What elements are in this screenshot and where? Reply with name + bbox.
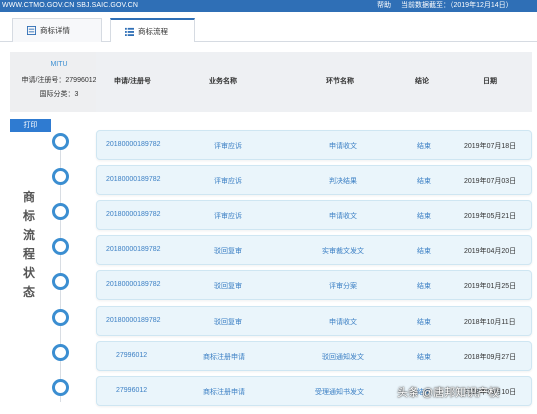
row-result: 结束 xyxy=(417,213,431,220)
row-business: 商标注册申请 xyxy=(203,389,245,396)
timeline-node xyxy=(52,203,69,220)
row-business: 驳回复审 xyxy=(214,283,242,290)
row-business: 评审应诉 xyxy=(214,143,242,150)
row-reg-number[interactable]: 27996012 xyxy=(116,387,147,394)
row-date: 2018年10月11日 xyxy=(464,319,516,326)
row-date: 2019年01月25日 xyxy=(464,283,517,290)
row-reg-number[interactable]: 20180000189782 xyxy=(106,317,161,324)
watermark: 头条 @唐邦知识产权 xyxy=(397,387,500,399)
table-row: 20180000189782 评审应诉 申请收文 结束 2019年07月18日 xyxy=(96,130,532,160)
tab-trademark-details[interactable]: 商标详情 xyxy=(12,18,102,42)
row-step: 申请收文 xyxy=(329,143,357,150)
tab-label: 商标详情 xyxy=(40,26,70,35)
row-business: 评审应诉 xyxy=(214,178,242,185)
header-result: 结论 xyxy=(415,78,429,85)
timeline-node xyxy=(52,168,69,185)
row-date: 2019年05月21日 xyxy=(464,213,517,220)
header-date: 日期 xyxy=(483,78,497,85)
list-icon xyxy=(125,27,134,36)
row-step: 驳回通知发文 xyxy=(322,354,364,361)
table-row: 20180000189782 评审应诉 判决结果 结束 2019年07月03日 xyxy=(96,165,532,195)
title-char: 程 xyxy=(22,247,35,261)
timeline-node xyxy=(52,344,69,361)
table-row: 20180000189782 驳回复审 评审分案 结束 2019年01月25日 xyxy=(96,270,532,300)
header-business-name: 业务名称 xyxy=(209,78,237,85)
header-step-name: 环节名称 xyxy=(326,78,354,85)
row-result: 结束 xyxy=(417,283,431,290)
row-business: 商标注册申请 xyxy=(203,354,245,361)
title-char: 状 xyxy=(22,266,35,280)
row-result: 结束 xyxy=(417,354,431,361)
row-result: 结束 xyxy=(417,143,431,150)
row-reg-number[interactable]: 20180000189782 xyxy=(106,281,161,288)
title-char: 商 xyxy=(22,190,35,204)
row-date: 2019年07月18日 xyxy=(464,143,517,150)
process-status-title: 商 标 流 程 状 态 xyxy=(20,188,38,302)
table-row: 20180000189782 驳回复审 实审裁文发文 结束 2019年04月20… xyxy=(96,235,532,265)
site-url[interactable]: WWW.CTMO.GOV.CN SBJ.SAIC.GOV.CN xyxy=(2,0,138,12)
row-step: 判决结果 xyxy=(329,178,357,185)
row-reg-number[interactable]: 20180000189782 xyxy=(106,246,161,253)
timeline-node xyxy=(52,379,69,396)
tab-trademark-process[interactable]: 商标流程 xyxy=(110,18,195,42)
row-step: 受理通知书发文 xyxy=(315,389,364,396)
row-result: 结束 xyxy=(417,319,431,326)
tab-bar: 商标详情 商标流程 xyxy=(0,18,537,42)
row-reg-number[interactable]: 20180000189782 xyxy=(106,141,161,148)
table-row: 27996012 商标注册申请 驳回通知发文 结束 2018年09月27日 xyxy=(96,341,532,371)
row-business: 驳回复审 xyxy=(214,319,242,326)
trademark-info-panel: MITU 申请/注册号：27996012 国际分类：3 xyxy=(10,52,108,112)
row-reg-number[interactable]: 27996012 xyxy=(116,352,147,359)
tab-label: 商标流程 xyxy=(138,27,168,36)
table-header: 申请/注册号 业务名称 环节名称 结论 日期 xyxy=(96,52,532,112)
row-step: 申请收文 xyxy=(329,319,357,326)
data-as-of: 当前数据截至：（2019年12月14日） xyxy=(401,2,513,9)
timeline-node xyxy=(52,273,69,290)
help-link[interactable]: 帮助 xyxy=(377,0,391,12)
row-date: 2018年09月27日 xyxy=(464,354,517,361)
table-row: 20180000189782 评审应诉 申请收文 结束 2019年05月21日 xyxy=(96,200,532,230)
row-date: 2019年07月03日 xyxy=(464,178,517,185)
row-reg-number[interactable]: 20180000189782 xyxy=(106,211,161,218)
row-business: 驳回复审 xyxy=(214,248,242,255)
title-char: 标 xyxy=(22,209,35,223)
international-class: 国际分类：3 xyxy=(39,91,79,98)
timeline-node xyxy=(52,309,69,326)
row-step: 实审裁文发文 xyxy=(322,248,364,255)
table-row: 20180000189782 驳回复审 申请收文 结束 2018年10月11日 xyxy=(96,306,532,336)
row-date: 2019年04月20日 xyxy=(464,248,517,255)
row-step: 评审分案 xyxy=(329,283,357,290)
row-reg-number[interactable]: 20180000189782 xyxy=(106,176,161,183)
row-step: 申请收文 xyxy=(329,213,357,220)
document-icon xyxy=(27,26,36,35)
trademark-name: MITU xyxy=(50,61,68,68)
title-char: 态 xyxy=(22,285,35,299)
timeline-node xyxy=(52,133,69,150)
row-result: 结束 xyxy=(417,178,431,185)
row-result: 结束 xyxy=(417,248,431,255)
print-button[interactable]: 打印 xyxy=(10,119,51,132)
header-reg-number: 申请/注册号 xyxy=(114,78,151,85)
row-business: 评审应诉 xyxy=(214,213,242,220)
title-char: 流 xyxy=(22,228,35,242)
registration-number: 申请/注册号：27996012 xyxy=(21,77,97,84)
top-bar: WWW.CTMO.GOV.CN SBJ.SAIC.GOV.CN 帮助 当前数据截… xyxy=(0,0,537,12)
timeline-node xyxy=(52,238,69,255)
